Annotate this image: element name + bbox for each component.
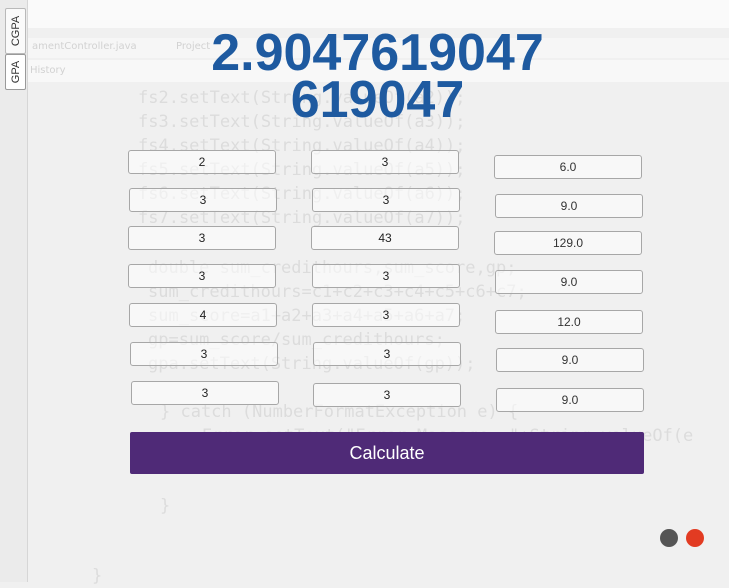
score-output-4[interactable] [495, 270, 643, 294]
score-output-1[interactable] [494, 155, 642, 179]
ide-code-block-6: } [92, 564, 102, 588]
tab-cgpa[interactable]: CGPA [5, 8, 26, 54]
grade-input-6[interactable] [313, 342, 461, 366]
vertical-tab-bar: CGPA GPA [0, 0, 28, 582]
grade-input-3[interactable] [311, 226, 459, 250]
ide-tab-controller: amentController.java [32, 41, 137, 52]
credit-hours-input-4[interactable] [128, 264, 276, 288]
grade-input-1[interactable] [311, 150, 459, 174]
tab-gpa[interactable]: GPA [5, 54, 26, 90]
credit-hours-input-2[interactable] [129, 188, 277, 212]
grade-input-5[interactable] [312, 303, 460, 327]
grade-input-2[interactable] [312, 188, 460, 212]
gpa-result: 2.9047619047619047 [211, 24, 544, 129]
credit-hours-input-3[interactable] [128, 226, 276, 250]
score-output-3[interactable] [494, 231, 642, 255]
score-output-7[interactable] [496, 388, 644, 412]
calculate-button[interactable]: Calculate [130, 432, 644, 474]
score-output-2[interactable] [495, 194, 643, 218]
tab-gpa-label: GPA [9, 60, 22, 84]
credit-hours-input-7[interactable] [131, 381, 279, 405]
credit-hours-input-6[interactable] [130, 342, 278, 366]
score-output-5[interactable] [495, 310, 643, 334]
grade-input-4[interactable] [312, 264, 460, 288]
code-line: } [92, 566, 103, 586]
score-output-6[interactable] [496, 348, 644, 372]
credit-hours-input-5[interactable] [129, 303, 277, 327]
tab-cgpa-label: CGPA [9, 15, 22, 47]
credit-hours-input-1[interactable] [128, 150, 276, 174]
ide-code-block-5: } [160, 494, 170, 518]
grade-input-7[interactable] [313, 383, 461, 407]
minimize-dot-button[interactable] [660, 529, 678, 547]
code-line: } [160, 496, 171, 516]
ide-history-label: History [30, 65, 66, 76]
close-dot-button[interactable] [686, 529, 704, 547]
